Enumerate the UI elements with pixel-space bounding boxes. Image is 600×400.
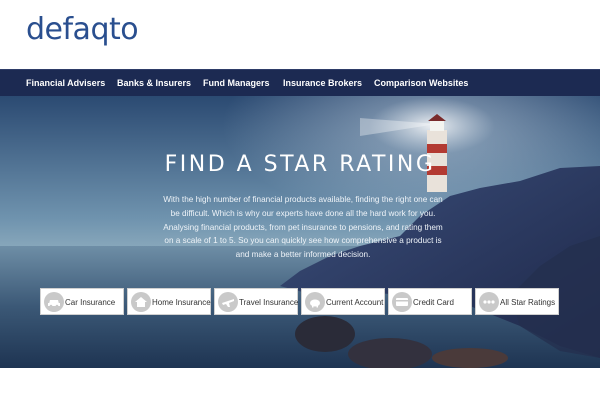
page-footer-area xyxy=(0,368,600,400)
credit-card-label: Credit Card xyxy=(413,298,454,307)
nav-item-banks-insurers[interactable]: Banks & Insurers xyxy=(117,70,191,96)
nav-item-insurance-brokers[interactable]: Insurance Brokers xyxy=(283,70,362,96)
car-icon xyxy=(44,292,64,312)
nav-item-fund-managers[interactable]: Fund Managers xyxy=(203,70,270,96)
credit-card-icon xyxy=(392,292,412,312)
current-account-button[interactable]: Current Account xyxy=(301,288,385,315)
nav-item-financial-advisers[interactable]: Financial Advisers xyxy=(26,70,105,96)
nav-item-comparison-websites[interactable]: Comparison Websites xyxy=(374,70,468,96)
current-account-label: Current Account xyxy=(326,298,384,307)
travel-insurance-label: Travel Insurance xyxy=(239,298,299,307)
dots-icon xyxy=(479,292,499,312)
plane-icon xyxy=(218,292,238,312)
travel-insurance-button[interactable]: Travel Insurance xyxy=(214,288,298,315)
hero-description: With the high number of financial produc… xyxy=(163,195,443,260)
car-insurance-button[interactable]: Car Insurance xyxy=(40,288,124,315)
hero-banner: FIND A STAR RATING With the high number … xyxy=(0,96,600,368)
home-insurance-label: Home Insurance xyxy=(152,298,211,307)
defaqto-logo[interactable]: defaqto xyxy=(26,12,139,47)
home-icon xyxy=(131,292,151,312)
main-navigation: Financial Advisers Banks & Insurers Fund… xyxy=(0,69,600,96)
all-star-ratings-button[interactable]: All Star Ratings xyxy=(475,288,559,315)
site-header: defaqto xyxy=(0,0,600,69)
hero-title: FIND A STAR RATING xyxy=(164,152,436,177)
car-insurance-label: Car Insurance xyxy=(65,298,116,307)
piggy-bank-icon xyxy=(305,292,325,312)
all-star-ratings-label: All Star Ratings xyxy=(500,298,556,307)
credit-card-button[interactable]: Credit Card xyxy=(388,288,472,315)
home-insurance-button[interactable]: Home Insurance xyxy=(127,288,211,315)
